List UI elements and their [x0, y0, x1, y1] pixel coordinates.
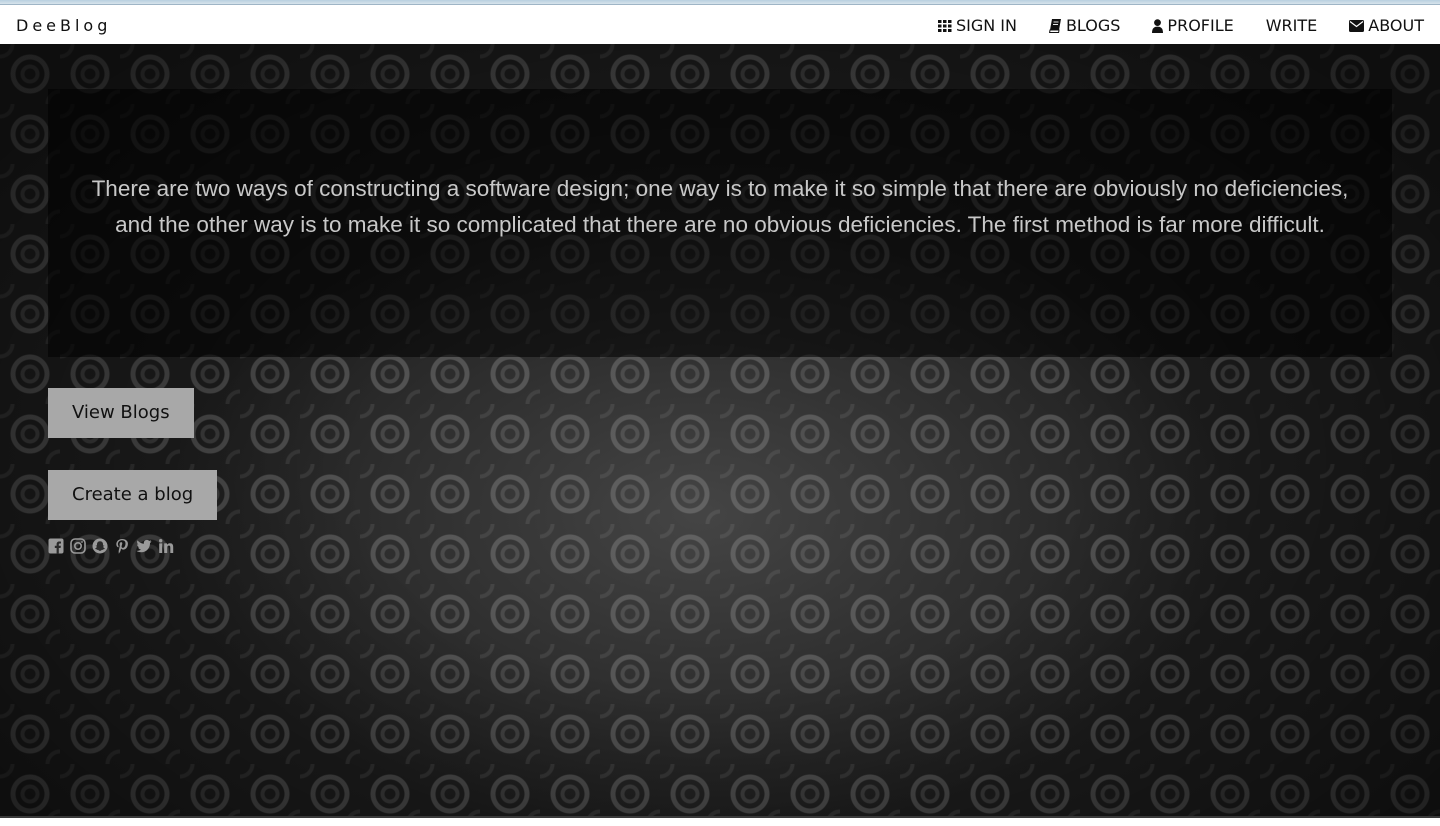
- book-icon: [1048, 18, 1061, 33]
- facebook-icon[interactable]: [48, 538, 64, 554]
- view-blogs-button[interactable]: View Blogs: [48, 388, 194, 438]
- grid-icon: [937, 19, 952, 32]
- social-links: [48, 538, 174, 554]
- nav-item-label: WRITE: [1265, 16, 1318, 35]
- nav-item-blogs[interactable]: BLOGS: [1048, 16, 1121, 35]
- nav-item-about[interactable]: ABOUT: [1349, 16, 1424, 35]
- envelope-icon: [1349, 19, 1365, 32]
- quote-panel: There are two ways of constructing a sof…: [48, 89, 1392, 357]
- hero-section: There are two ways of constructing a sof…: [0, 44, 1440, 816]
- hero-quote: There are two ways of constructing a sof…: [91, 176, 1349, 237]
- nav-item-label: ABOUT: [1368, 16, 1424, 35]
- create-blog-button[interactable]: Create a blog: [48, 470, 218, 520]
- pinterest-icon[interactable]: [114, 538, 130, 554]
- nav-item-label: PROFILE: [1167, 16, 1234, 35]
- nav-item-profile[interactable]: PROFILE: [1152, 16, 1234, 35]
- navbar: DeeBlog SIGN IN BLOGS PROFILE WRITE ABOU…: [0, 5, 1440, 44]
- user-icon: [1152, 18, 1164, 33]
- nav-item-label: BLOGS: [1065, 16, 1121, 35]
- instagram-icon[interactable]: [70, 538, 86, 554]
- nav-item-sign-in[interactable]: SIGN IN: [937, 16, 1017, 35]
- nav-item-label: SIGN IN: [955, 16, 1017, 35]
- snapchat-icon[interactable]: [92, 538, 108, 554]
- page-bottom-edge: [0, 816, 1440, 826]
- linkedin-icon[interactable]: [158, 538, 174, 554]
- nav-menu: SIGN IN BLOGS PROFILE WRITE ABOUT: [937, 16, 1424, 35]
- nav-item-write[interactable]: WRITE: [1266, 16, 1318, 35]
- twitter-icon[interactable]: [136, 538, 152, 554]
- brand-logo[interactable]: DeeBlog: [16, 16, 111, 35]
